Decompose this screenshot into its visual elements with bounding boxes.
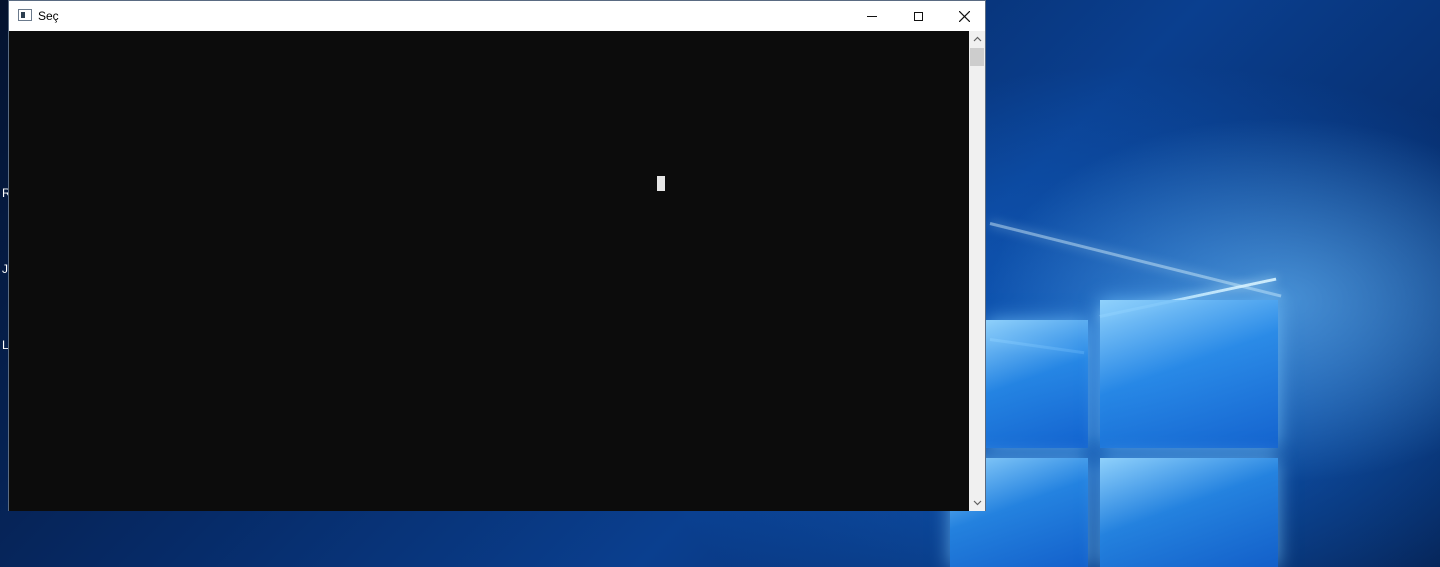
title-bar[interactable]: Seç xyxy=(9,1,985,31)
maximize-button[interactable] xyxy=(895,1,941,31)
scroll-down-button[interactable] xyxy=(969,495,985,511)
chevron-up-icon xyxy=(973,36,981,42)
windows-logo-pane xyxy=(1100,458,1278,567)
minimize-button[interactable] xyxy=(849,1,895,31)
vertical-scrollbar[interactable] xyxy=(969,31,985,511)
console-output-area[interactable] xyxy=(9,31,969,511)
close-icon xyxy=(958,10,970,22)
window-title: Seç xyxy=(38,9,59,23)
scroll-thumb[interactable] xyxy=(970,48,984,66)
chevron-down-icon xyxy=(973,500,981,506)
scroll-up-button[interactable] xyxy=(969,31,985,47)
minimize-icon xyxy=(867,16,877,17)
windows-logo-pane xyxy=(1100,300,1278,448)
maximize-icon xyxy=(913,11,923,21)
windows-logo-pane xyxy=(986,320,1088,448)
close-button[interactable] xyxy=(941,1,987,31)
console-window[interactable]: Seç xyxy=(8,0,986,511)
console-app-icon[interactable] xyxy=(18,9,32,21)
text-cursor xyxy=(657,176,665,191)
